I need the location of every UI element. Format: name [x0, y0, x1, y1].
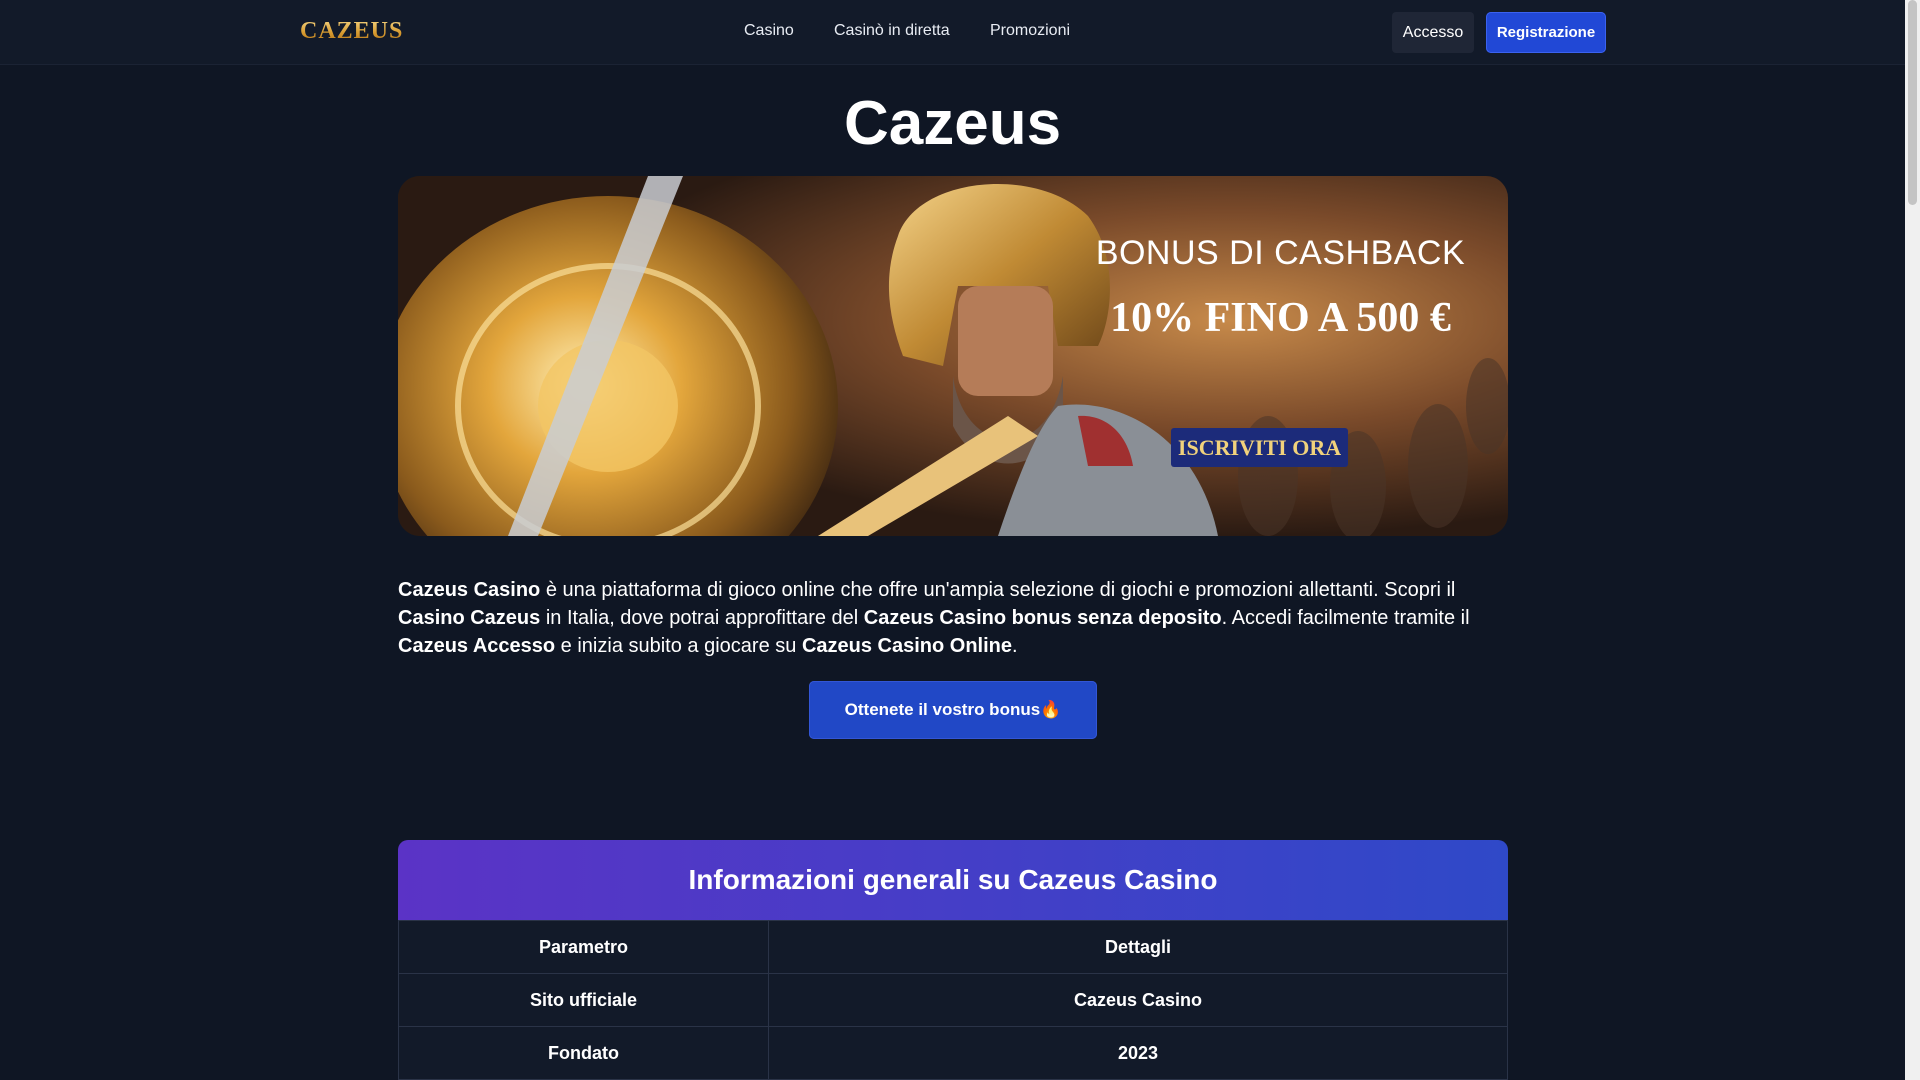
table-cell: 2023 [768, 1026, 1508, 1080]
table-row: Sito ufficiale Cazeus Casino [398, 973, 1508, 1027]
intro-bold-4: Cazeus Accesso [398, 635, 556, 657]
table-cell: Fondato [398, 1026, 769, 1080]
cashback-banner[interactable]: BONUS DI CASHBACK 10% FINO A 500 € ISCRI… [398, 176, 1508, 536]
table-header-row: Parametro Dettagli [398, 920, 1508, 974]
intro-bold-2: Casino Cazeus [398, 607, 541, 629]
scrollbar-thumb[interactable] [1908, 0, 1917, 205]
intro-text-1: è una piattaforma di gioco online che of… [540, 579, 1456, 601]
nav-live-casino[interactable]: Casinò in diretta [834, 22, 950, 40]
register-button[interactable]: Registrazione [1486, 12, 1606, 53]
banner-offer: 10% FINO A 500 € [1110, 295, 1451, 341]
page-title: Cazeus [843, 89, 1062, 158]
nav-promotions[interactable]: Promozioni [990, 22, 1070, 40]
table-row: Fondato 2023 [398, 1026, 1508, 1080]
intro-text-3: . Accedi facilmente tramite il [1221, 607, 1470, 629]
table-cell: Sito ufficiale [398, 973, 769, 1027]
intro-bold-3: Cazeus Casino bonus senza deposito [863, 607, 1222, 629]
banner-artwork [398, 176, 1508, 536]
table-cell: Cazeus Casino [768, 973, 1508, 1027]
intro-bold-5: Cazeus Casino Online [801, 635, 1012, 657]
login-button[interactable]: Accesso [1392, 12, 1474, 53]
info-table-title: Informazioni generali su Cazeus Casino [398, 840, 1508, 920]
intro-text-5: . [1012, 635, 1018, 657]
site-header: CAZEUS Casino Casinò in diretta Promozio… [0, 0, 1905, 65]
intro-text-4: e inizia subito a giocare su [555, 635, 802, 657]
intro-text-2: in Italia, dove potrai approfittare del [540, 607, 864, 629]
general-info-table: Informazioni generali su Cazeus Casino P… [398, 840, 1508, 1080]
banner-signup-button[interactable]: ISCRIVITI ORA [1171, 428, 1348, 467]
header-details: Dettagli [768, 920, 1508, 974]
info-table: Parametro Dettagli Sito ufficiale Cazeus… [398, 920, 1508, 1080]
banner-headline: BONUS DI CASHBACK [1095, 234, 1466, 272]
cazeus-logo[interactable]: CAZEUS [300, 18, 403, 45]
get-bonus-button[interactable]: Ottenete il vostro bonus🔥 [809, 681, 1097, 739]
intro-bold-1: Cazeus Casino [398, 579, 541, 601]
nav-casino[interactable]: Casino [744, 22, 794, 40]
scrollbar[interactable] [1905, 0, 1920, 1080]
intro-paragraph: Cazeus Casino è una piattaforma di gioco… [398, 576, 1508, 660]
header-parameter: Parametro [398, 920, 769, 974]
